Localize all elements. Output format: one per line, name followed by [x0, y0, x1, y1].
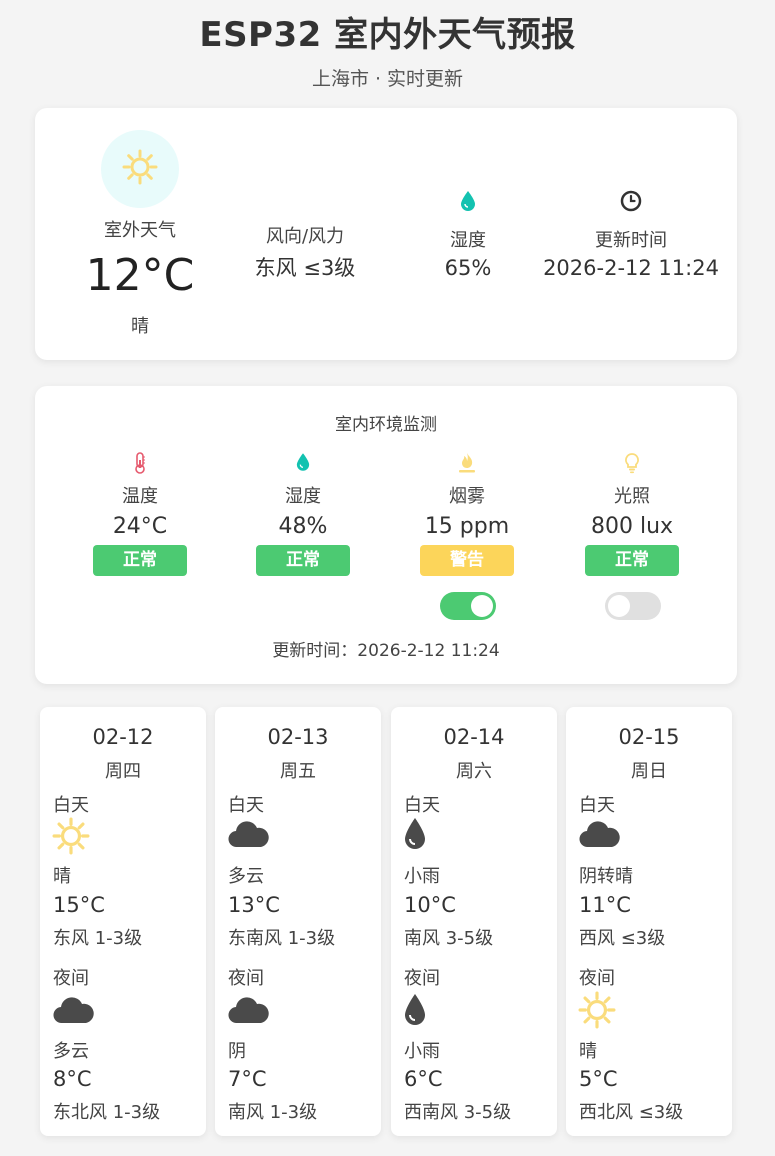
status-badge: 正常	[585, 545, 679, 576]
night-wind: 西南风 3-5级	[404, 1102, 512, 1123]
page-subtitle: 上海市 · 实时更新	[311, 68, 464, 90]
day-temp: 13°C	[228, 893, 280, 917]
warning-badge: 警告	[420, 545, 514, 576]
night-wind: 西北风 ≤3级	[579, 1102, 684, 1123]
night-label: 夜间	[404, 968, 440, 989]
forecast-weekday: 周六	[456, 761, 492, 782]
sensor-label: 温度	[122, 486, 158, 507]
cloud-icon	[227, 817, 269, 853]
page-header: ESP32 室内外天气预报 上海市 · 实时更新	[0, 0, 775, 92]
sensor-label: 湿度	[285, 486, 321, 507]
page-title: ESP32 室内外天气预报	[199, 15, 576, 55]
night-label: 夜间	[53, 968, 89, 989]
rain-drop-icon	[403, 817, 427, 855]
sensor-value: 24°C	[112, 514, 168, 539]
indoor-title: 室内环境监测	[335, 415, 437, 435]
forecast-date: 02-14	[443, 725, 505, 749]
outdoor-update-label: 更新时间	[595, 230, 667, 251]
night-wind: 南风 1-3级	[228, 1102, 318, 1123]
indoor-monitor-card: 室内环境监测 温度 24°C 正常 湿度 48% 正常 烟雾 15 ppm 警告…	[35, 386, 737, 684]
wind-value: 东风 ≤3级	[254, 256, 356, 280]
outdoor-humidity-label: 湿度	[450, 230, 486, 251]
thermometer-icon	[70, 452, 210, 476]
cloud-icon	[227, 993, 269, 1029]
water-drop-icon	[233, 452, 373, 476]
status-badge: 正常	[93, 545, 187, 576]
night-label: 夜间	[579, 968, 615, 989]
forecast-weekday: 周五	[280, 761, 316, 782]
sun-icon	[122, 149, 158, 189]
sensor-light: 光照 800 lux 正常	[562, 452, 702, 576]
sensor-smoke: 烟雾 15 ppm 警告	[397, 452, 537, 576]
day-temp: 15°C	[53, 893, 105, 917]
sun-icon	[52, 817, 90, 859]
sun-icon	[578, 991, 616, 1033]
outdoor-humidity-value: 65%	[444, 256, 492, 280]
smoke-alarm-toggle[interactable]	[440, 592, 496, 620]
flame-icon	[397, 452, 537, 476]
day-temp: 10°C	[404, 893, 456, 917]
forecast-weekday: 周日	[631, 761, 667, 782]
night-condition: 阴	[228, 1041, 246, 1062]
day-wind: 东南风 1-3级	[228, 928, 336, 949]
cloud-icon	[578, 817, 620, 853]
outdoor-update-value: 2026-2-12 11:24	[543, 256, 719, 280]
night-temp: 7°C	[228, 1067, 267, 1091]
day-label: 白天	[404, 795, 440, 816]
wind-label: 风向/风力	[265, 226, 345, 247]
sensor-label: 烟雾	[449, 486, 485, 507]
outdoor-label: 室外天气	[104, 220, 176, 241]
forecast-card: 02-12 周四 白天 晴 15°C 东风 1-3级 夜间 多云 8°C 东北风…	[40, 707, 206, 1136]
day-temp: 11°C	[579, 893, 631, 917]
day-condition: 晴	[53, 866, 71, 887]
forecast-weekday: 周四	[105, 761, 141, 782]
forecast-card: 02-14 周六 白天 小雨 10°C 南风 3-5级 夜间 小雨 6°C 西南…	[391, 707, 557, 1136]
outdoor-temp: 12°C	[85, 250, 195, 301]
outdoor-weather-card: 室外天气 12°C 晴 风向/风力 东风 ≤3级 湿度 65% 更新时间 202…	[35, 108, 737, 360]
sensor-temperature: 温度 24°C 正常	[70, 452, 210, 576]
night-temp: 8°C	[53, 1067, 92, 1091]
forecast-date: 02-12	[92, 725, 154, 749]
night-temp: 6°C	[404, 1067, 443, 1091]
outdoor-condition: 晴	[131, 316, 149, 337]
forecast-date: 02-15	[618, 725, 680, 749]
water-drop-icon	[418, 190, 518, 216]
light-toggle[interactable]	[605, 592, 661, 620]
night-temp: 5°C	[579, 1067, 618, 1091]
forecast-date: 02-13	[267, 725, 329, 749]
cloud-icon	[52, 993, 94, 1029]
day-label: 白天	[228, 795, 264, 816]
night-wind: 东北风 1-3级	[53, 1102, 161, 1123]
sensor-label: 光照	[614, 486, 650, 507]
sensor-humidity: 湿度 48% 正常	[233, 452, 373, 576]
day-condition: 多云	[228, 866, 264, 887]
day-wind: 西风 ≤3级	[579, 928, 666, 949]
sensor-value: 48%	[278, 514, 328, 539]
night-condition: 小雨	[404, 1041, 440, 1062]
bulb-icon	[562, 452, 702, 476]
day-label: 白天	[53, 795, 89, 816]
day-wind: 南风 3-5级	[404, 928, 494, 949]
rain-drop-icon	[403, 993, 427, 1031]
clock-icon	[535, 190, 727, 216]
night-condition: 晴	[579, 1041, 597, 1062]
day-condition: 小雨	[404, 866, 440, 887]
day-wind: 东风 1-3级	[53, 928, 143, 949]
outdoor-weather-icon-bubble	[101, 130, 179, 208]
indoor-update-time: 更新时间：2026-2-12 11:24	[272, 641, 500, 661]
forecast-card: 02-13 周五 白天 多云 13°C 东南风 1-3级 夜间 阴 7°C 南风…	[215, 707, 381, 1136]
sensor-value: 15 ppm	[424, 514, 510, 539]
night-label: 夜间	[228, 968, 264, 989]
day-label: 白天	[579, 795, 615, 816]
day-condition: 阴转晴	[579, 866, 633, 887]
sensor-value: 800 lux	[590, 514, 674, 539]
status-badge: 正常	[256, 545, 350, 576]
forecast-card: 02-15 周日 白天 阴转晴 11°C 西风 ≤3级 夜间 晴 5°C 西北风…	[566, 707, 732, 1136]
night-condition: 多云	[53, 1041, 89, 1062]
